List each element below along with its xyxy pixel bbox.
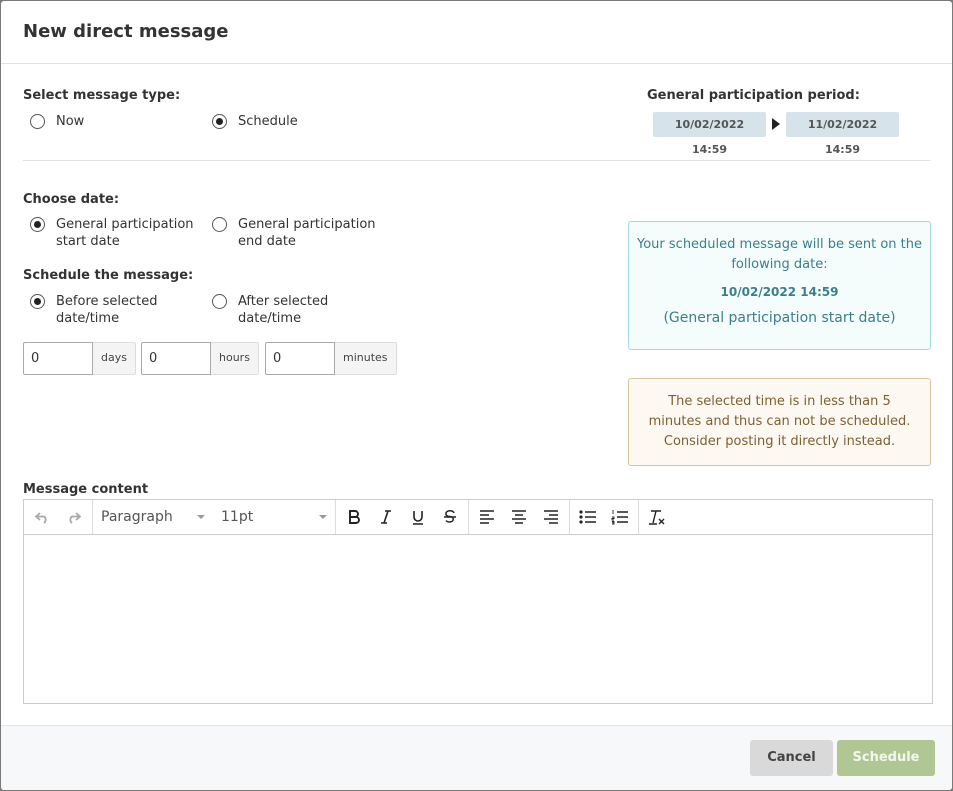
info-note: (General participation start date) [663,310,896,326]
radio-before-circle[interactable] [30,294,45,309]
radio-start-date[interactable]: General participation start date [30,216,194,250]
radio-before-line2: date/time [56,311,120,326]
align-center-icon[interactable] [503,500,535,534]
radio-start-date-circle[interactable] [30,217,45,232]
message-content-label: Message content [23,482,149,497]
radio-after-line2: date/time [238,311,302,326]
strikethrough-icon[interactable] [434,500,466,534]
align-group [469,500,570,534]
dialog-header: New direct message [1,1,952,64]
radio-end-date-line2: end date [238,234,296,249]
radio-now-label: Now [56,114,85,129]
info-line2: following date: [731,257,828,272]
underline-icon[interactable] [402,500,434,534]
style-group [336,500,469,534]
radio-schedule-circle[interactable] [212,114,227,129]
radio-schedule-label: Schedule [238,114,298,129]
radio-end-date[interactable]: General participation end date [212,216,376,250]
radio-start-date-line2: start date [56,234,120,249]
rich-text-editor: Paragraph 11pt [23,499,933,704]
new-message-dialog: New direct message Select message type: … [1,1,952,790]
section-divider [23,160,931,161]
editor-toolbar: Paragraph 11pt [24,500,932,535]
dialog-footer: Cancel Schedule [1,725,952,790]
minutes-input[interactable] [265,342,335,375]
bullet-list-icon[interactable] [572,500,604,534]
clear-formatting-icon[interactable] [641,500,673,534]
schedule-button[interactable]: Schedule [837,740,935,776]
list-group [570,500,639,534]
days-input-group: days [23,342,136,375]
choose-date-label: Choose date: [23,192,120,207]
numbered-list-icon[interactable] [604,500,636,534]
radio-now[interactable]: Now [30,113,84,130]
message-type-label: Select message type: [23,88,181,103]
font-size-select[interactable]: 11pt [213,500,335,534]
radio-schedule[interactable]: Schedule [212,113,298,130]
block-format-select[interactable]: Paragraph [93,500,213,534]
font-size-value: 11pt [221,509,254,525]
hours-unit: hours [211,342,259,375]
undo-icon[interactable] [26,500,58,534]
align-right-icon[interactable] [535,500,567,534]
radio-after-circle[interactable] [212,294,227,309]
radio-start-date-line1: General participation [56,217,194,232]
arrow-right-icon [772,118,780,130]
dialog-title: New direct message [23,21,229,42]
cancel-button[interactable]: Cancel [750,740,833,776]
radio-end-date-circle[interactable] [212,217,227,232]
format-group: Paragraph 11pt [93,500,336,534]
period-start-chip: 10/02/2022 14:59 [653,112,766,156]
redo-icon[interactable] [58,500,90,534]
radio-end-date-line1: General participation [238,217,376,232]
radio-after[interactable]: After selected date/time [212,293,328,327]
warning-alert: The selected time is in less than 5 minu… [628,378,931,466]
hours-input-group: hours [141,342,259,375]
align-left-icon[interactable] [471,500,503,534]
radio-end-date-label: General participation end date [238,216,376,250]
radio-now-circle[interactable] [30,114,45,129]
info-line1: Your scheduled message will be sent on t… [637,237,922,252]
minutes-input-group: minutes [265,342,397,375]
block-format-value: Paragraph [101,509,173,525]
radio-before-line1: Before selected [56,294,158,309]
schedule-message-label: Schedule the message: [23,268,194,283]
clear-group [639,500,675,534]
radio-after-line1: After selected [238,294,329,309]
minutes-unit: minutes [335,342,397,375]
chevron-down-icon [319,515,327,519]
days-unit: days [93,342,136,375]
days-input[interactable] [23,342,93,375]
italic-icon[interactable] [370,500,402,534]
info-date: 10/02/2022 14:59 [720,285,839,299]
chevron-down-icon [197,515,205,519]
radio-start-date-label: General participation start date [56,216,194,250]
radio-before[interactable]: Before selected date/time [30,293,158,327]
history-group [24,500,93,534]
period-end-chip: 11/02/2022 14:59 [786,112,899,156]
hours-input[interactable] [141,342,211,375]
scheduled-date-info: Your scheduled message will be sent on t… [628,221,931,350]
participation-period-label: General participation period: [647,88,860,103]
bold-icon[interactable] [338,500,370,534]
radio-after-label: After selected date/time [238,293,328,327]
radio-before-label: Before selected date/time [56,293,158,327]
editor-content-area[interactable] [24,536,932,703]
